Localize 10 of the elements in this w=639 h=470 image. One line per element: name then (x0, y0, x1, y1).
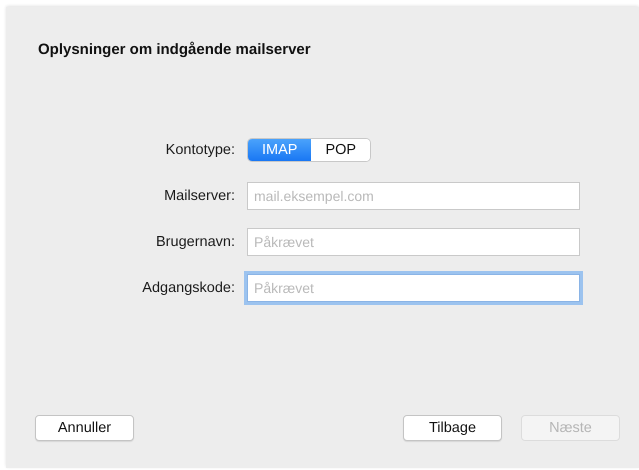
field-label: Kontotype: (164, 142, 236, 158)
dialog-button[interactable]: Annuller (35, 415, 134, 441)
field-label: Adgangskode: (141, 280, 236, 296)
dialog-button[interactable]: Tilbage (403, 415, 502, 441)
input-field[interactable]: mail.eksempel.com (247, 182, 580, 210)
input-field[interactable]: Påkrævet (247, 228, 580, 256)
input-field[interactable]: Påkrævet (247, 274, 580, 302)
dialog-title: Oplysninger om indgående mailserver (38, 41, 312, 58)
field-label: Mailserver: (163, 188, 236, 204)
field-label: Brugernavn: (155, 234, 236, 250)
